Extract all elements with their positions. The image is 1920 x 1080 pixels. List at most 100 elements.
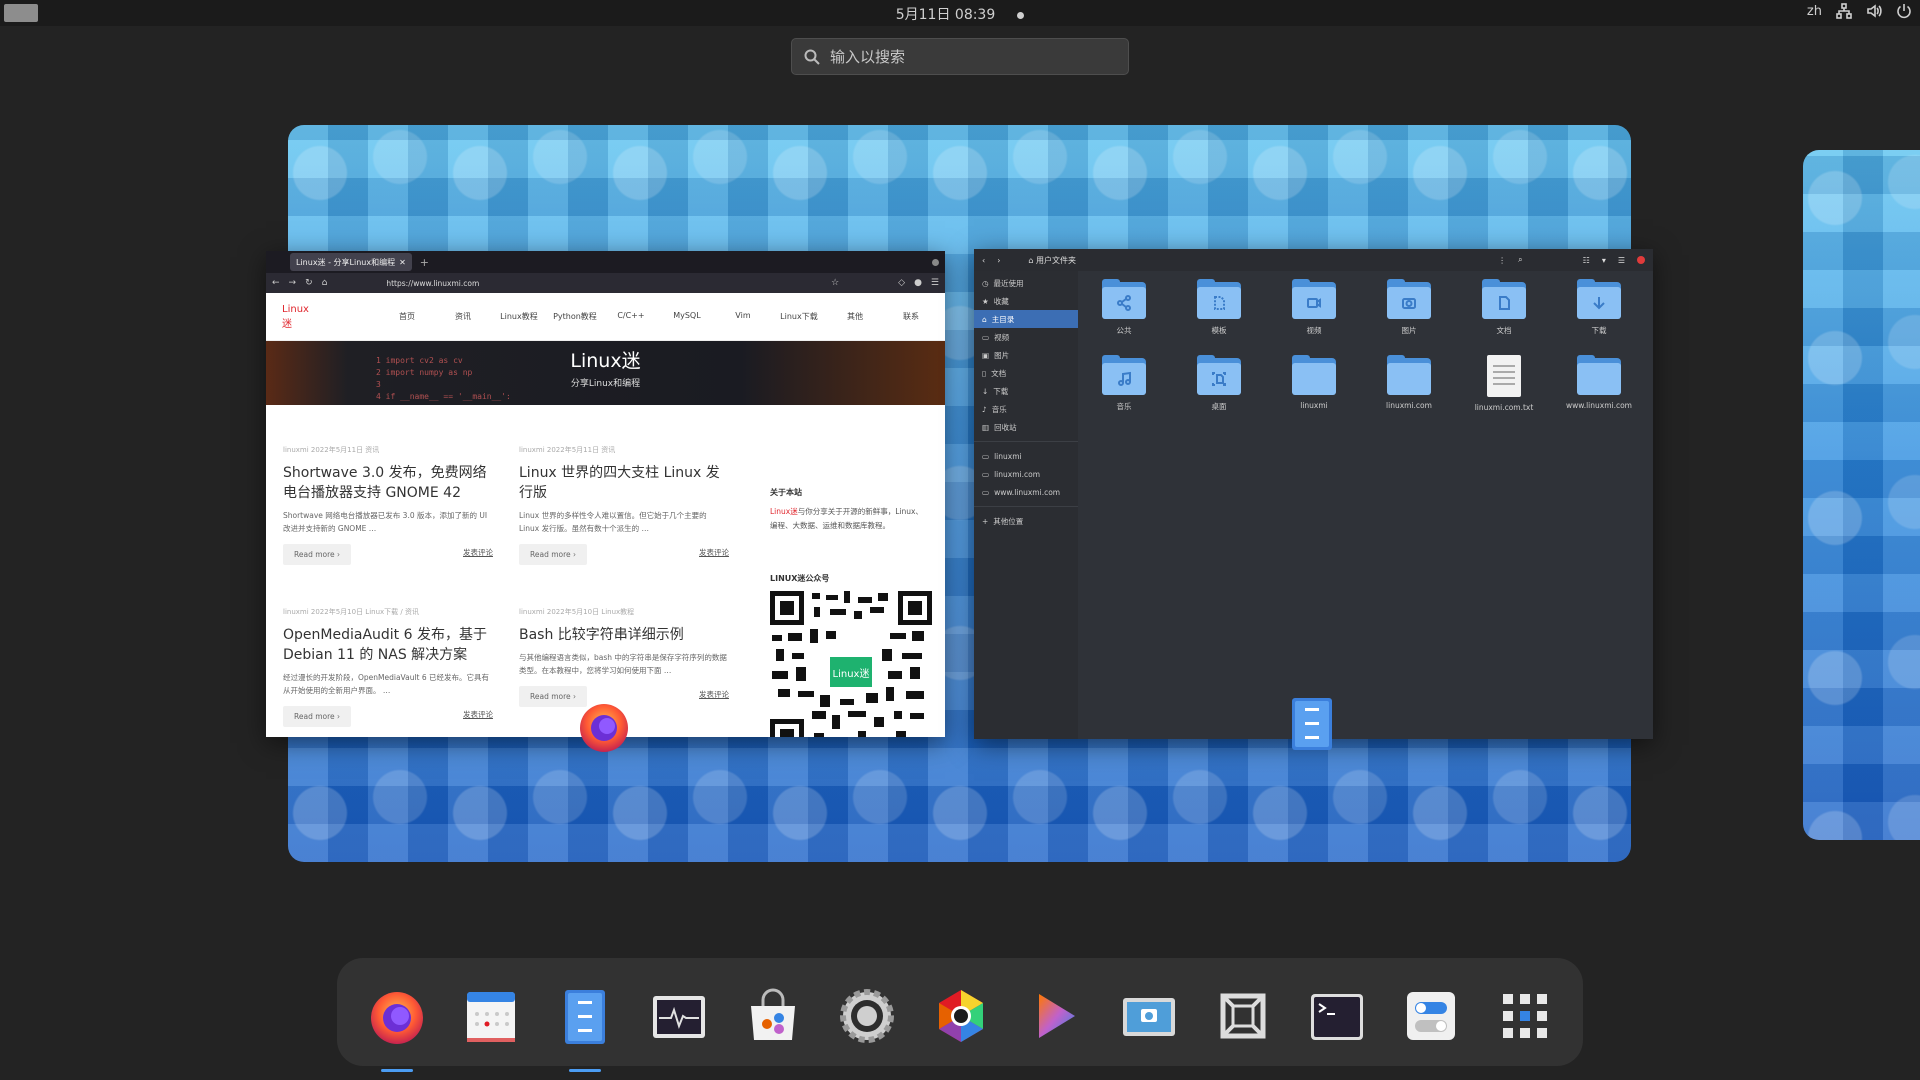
comment-link[interactable]: 发表评论: [699, 547, 729, 558]
menu-icon[interactable]: ☰: [1618, 256, 1625, 265]
clock[interactable]: 5月11日 08:39: [0, 4, 1920, 24]
file-item-folder[interactable]: linuxmi.com: [1369, 355, 1449, 410]
nav-item[interactable]: C/C++: [603, 311, 659, 322]
comment-link[interactable]: 发表评论: [699, 689, 729, 700]
file-item-folder[interactable]: linuxmi: [1274, 355, 1354, 410]
post-title[interactable]: Linux 世界的四大支柱 Linux 发行版: [519, 463, 729, 503]
browser-tab[interactable]: Linux迷 - 分享Linux和编程 ✕: [290, 253, 412, 271]
sidebar-bookmark[interactable]: ▭ www.linuxmi.com: [974, 483, 1078, 501]
view-options-icon[interactable]: ☷: [1583, 256, 1590, 265]
comment-link[interactable]: 发表评论: [463, 709, 493, 720]
firefox-icon: [580, 704, 628, 752]
folder-icon: [1577, 279, 1621, 319]
file-item-videos[interactable]: 视频: [1274, 279, 1354, 336]
nav-item[interactable]: Linux下载: [771, 311, 827, 322]
notification-dot: [1017, 11, 1025, 19]
dock-app-web-browser[interactable]: [931, 986, 991, 1046]
sidebar-item-starred[interactable]: ★ 收藏: [974, 292, 1078, 310]
pocket-icon[interactable]: ◇: [898, 278, 905, 288]
sidebar-bookmark[interactable]: ▭ linuxmi: [974, 447, 1078, 465]
sidebar-item-trash[interactable]: ▥ 回收站: [974, 418, 1078, 436]
nav-item[interactable]: 其他: [827, 311, 883, 322]
nav-item[interactable]: Linux教程: [491, 311, 547, 322]
read-more-button[interactable]: Read more ›: [283, 706, 352, 727]
nav-item[interactable]: MySQL: [659, 311, 715, 322]
post-title[interactable]: OpenMediaAudit 6 发布，基于 Debian 11 的 NAS 解…: [283, 625, 493, 665]
back-icon[interactable]: ‹: [982, 256, 985, 265]
post-title[interactable]: Shortwave 3.0 发布，免费网络电台播放器支持 GNOME 42: [283, 463, 493, 503]
nav-item[interactable]: Python教程: [547, 311, 603, 322]
file-item-public[interactable]: 公共: [1084, 279, 1164, 336]
dock-app-calendar[interactable]: [461, 986, 521, 1046]
nav-item[interactable]: 资讯: [435, 311, 491, 322]
dock-app-screenshot[interactable]: [1119, 986, 1179, 1046]
file-item-templates[interactable]: 模板: [1179, 279, 1259, 336]
about-brand-link[interactable]: Linux迷: [770, 507, 798, 516]
file-item-music[interactable]: 音乐: [1084, 355, 1164, 412]
workspace-next[interactable]: [1803, 150, 1920, 840]
sidebar-item-music[interactable]: ♪ 音乐: [974, 400, 1078, 418]
sidebar-item-pictures[interactable]: ▣ 图片: [974, 346, 1078, 364]
sidebar-item-recent[interactable]: ◷ 最近使用: [974, 274, 1078, 292]
nav-item[interactable]: 首页: [379, 311, 435, 322]
forward-icon[interactable]: ›: [997, 256, 1000, 265]
dock-app-system-monitor[interactable]: [649, 986, 709, 1046]
download-icon: ↓: [982, 386, 989, 396]
files-window[interactable]: ‹ › ⌂ 用户文件夹 ⋮ ⌕ ☷ ▾ ☰ ◷ 最近使用 ★ 收藏 ⌂ 主目录 ▭ 视频…: [974, 249, 1653, 739]
dock-app-settings[interactable]: [837, 986, 897, 1046]
site-search-icon[interactable]: ⌕: [939, 311, 945, 322]
folder-icon: [1387, 355, 1431, 395]
menu-icon[interactable]: ☰: [931, 278, 939, 288]
nav-item[interactable]: 联系: [883, 311, 939, 322]
chevron-down-icon[interactable]: ▾: [1602, 256, 1606, 265]
sidebar-bookmark[interactable]: ▭ linuxmi.com: [974, 465, 1078, 483]
folder-icon: [1387, 279, 1431, 319]
dock-app-tweaks[interactable]: [1401, 986, 1461, 1046]
sidebar-item-downloads[interactable]: ↓ 下载: [974, 382, 1078, 400]
boxes-icon: [1220, 993, 1266, 1039]
file-item-text[interactable]: linuxmi.com.txt: [1464, 355, 1544, 412]
read-more-button[interactable]: Read more ›: [283, 544, 352, 565]
extension-icon[interactable]: ●: [914, 278, 922, 288]
file-item-desktop[interactable]: 桌面: [1179, 355, 1259, 412]
post-title[interactable]: Bash 比较字符串详细示例: [519, 625, 729, 645]
window-close-button[interactable]: [932, 258, 939, 266]
tab-close-icon[interactable]: ✕: [399, 258, 406, 267]
url-bar[interactable]: https://www.linuxmi.com: [386, 279, 822, 288]
dock-app-boxes[interactable]: [1213, 986, 1273, 1046]
path-bar[interactable]: ⌂ 用户文件夹: [1028, 255, 1076, 266]
search-icon[interactable]: ⌕: [1518, 255, 1522, 265]
back-icon[interactable]: ←: [272, 278, 280, 288]
forward-icon[interactable]: →: [289, 278, 297, 288]
search-input[interactable]: 输入以搜索: [791, 38, 1129, 75]
camera-icon: ▣: [982, 350, 990, 360]
firefox-window[interactable]: Linux迷 - 分享Linux和编程 ✕ + ← → ↻ ⌂ https://w…: [266, 251, 945, 737]
dock-app-software[interactable]: [743, 986, 803, 1046]
file-item-pictures[interactable]: 图片: [1369, 279, 1449, 336]
web-page: Linux迷 首页 资讯 Linux教程 Python教程 C/C++ MySQ…: [266, 293, 945, 737]
read-more-button[interactable]: Read more ›: [519, 544, 588, 565]
sidebar-item-other-locations[interactable]: + 其他位置: [974, 512, 1078, 530]
close-button[interactable]: [1637, 256, 1645, 264]
bookmark-star-icon[interactable]: ☆: [831, 278, 839, 288]
nav-item[interactable]: Vim: [715, 311, 771, 322]
file-item-folder[interactable]: www.linuxmi.com: [1559, 355, 1639, 410]
dock-app-files[interactable]: [555, 986, 615, 1046]
sidebar-item-videos[interactable]: ▭ 视频: [974, 328, 1078, 346]
kebab-menu-icon[interactable]: ⋮: [1498, 256, 1506, 265]
file-item-documents[interactable]: 文档: [1464, 279, 1544, 336]
system-tray[interactable]: zh: [1807, 3, 1912, 19]
sidebar-item-home[interactable]: ⌂ 主目录: [974, 310, 1078, 328]
file-item-downloads[interactable]: 下载: [1559, 279, 1639, 336]
new-tab-button[interactable]: +: [420, 256, 429, 269]
input-source-indicator[interactable]: zh: [1807, 4, 1822, 19]
site-logo[interactable]: Linux迷: [282, 304, 309, 330]
dock-app-videos[interactable]: [1025, 986, 1085, 1046]
dock-app-terminal[interactable]: [1307, 986, 1367, 1046]
reload-icon[interactable]: ↻: [305, 278, 313, 288]
comment-link[interactable]: 发表评论: [463, 547, 493, 558]
sidebar-item-documents[interactable]: ▯ 文档: [974, 364, 1078, 382]
dock-app-firefox[interactable]: [367, 986, 427, 1046]
show-apps-button[interactable]: [1495, 986, 1555, 1046]
home-icon[interactable]: ⌂: [322, 278, 328, 288]
